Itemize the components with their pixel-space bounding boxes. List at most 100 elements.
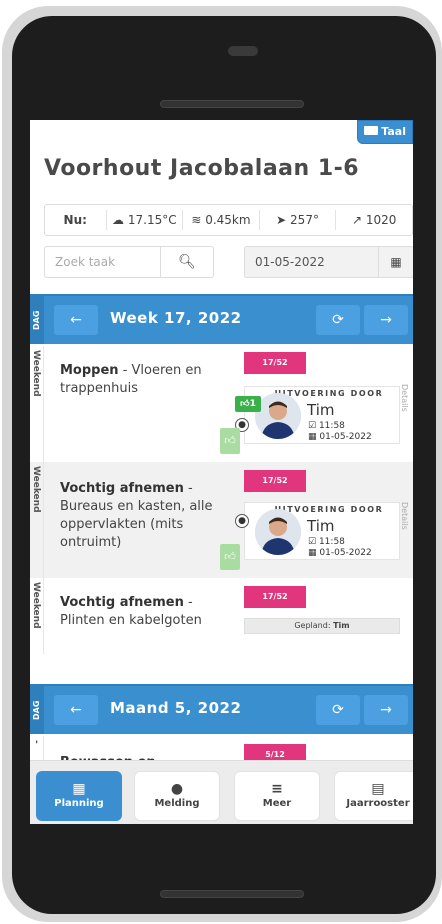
location-pin-icon[interactable]: ● (235, 514, 249, 528)
month-header: DAG ← Maand 5, 2022 ⟳ → (30, 684, 413, 734)
thumbs-up-icon: 👍︎ (224, 550, 236, 563)
camera (228, 46, 258, 56)
prev-month-button[interactable]: ← (54, 695, 98, 725)
weather-bar: Nu: ☁ 17.15°C ≋ 0.45km ➤ 257° ↗ 1020 (44, 204, 413, 236)
tab-label: Planning (54, 798, 104, 809)
wind-icon: ≋ (191, 213, 202, 227)
task-name: Vochtig afnemen - Bureaus en kasten, all… (60, 480, 220, 552)
tab-meer[interactable]: ≡ Meer (234, 771, 320, 821)
weather-now: Nu: (45, 210, 107, 230)
task-side: Weekend (30, 462, 44, 578)
details-link[interactable]: Details (400, 502, 409, 530)
like-button[interactable]: 👍︎ (220, 544, 240, 570)
date-value: 01-05-2022 (319, 548, 372, 558)
month-title: Maand 5, 2022 (110, 699, 242, 717)
task-name: Vochtig afnemen - Plinten en kabelgoten (60, 594, 220, 630)
weather-pressure: ↗ 1020 (336, 210, 412, 230)
refresh-icon: ⟳ (332, 312, 344, 328)
planned-text: Gepland: (294, 621, 331, 630)
executed-by-card: UITVOERING DOOR Tim ☑ 11:58 ▦ 01-05-2022 (244, 386, 400, 444)
avatar-image (255, 509, 301, 555)
next-month-button[interactable]: → (364, 695, 408, 725)
date-filter: 01-05-2022 ▦ (244, 246, 413, 278)
pressure-value: 1020 (365, 213, 397, 227)
month-side-label: DAG (30, 686, 44, 734)
tab-jaarrooster[interactable]: ▤ Jaarrooster (334, 771, 413, 821)
progress-badge: 17/52 (244, 352, 306, 374)
language-button[interactable]: Taal (357, 120, 413, 144)
avatar (255, 509, 301, 555)
language-label: Taal (381, 125, 406, 138)
home-bar (160, 890, 304, 898)
time-value: 11:58 (318, 537, 345, 547)
search-icon: 🔍︎ (178, 254, 196, 270)
cloud-icon: ☁ (112, 213, 125, 227)
task-name-bold: Vochtig afnemen (60, 595, 184, 610)
thumbs-up-icon: 👍︎ (224, 434, 236, 447)
tab-melding[interactable]: ● Melding (134, 771, 220, 821)
next-week-button[interactable]: → (364, 305, 408, 335)
search-box: Zoek taak 🔍︎ (44, 246, 214, 278)
task-side: Weekend (30, 578, 44, 654)
file-icon: ▤ (371, 781, 385, 797)
like-count: 👍︎1 (235, 396, 261, 412)
thumbs-up-icon: 👍︎ (240, 399, 250, 409)
avatar (255, 393, 301, 439)
task-side-label: Weekend (31, 350, 41, 397)
task-row[interactable]: Weekend Vochtig afnemen - Bureaus en kas… (30, 462, 413, 578)
executed-by-card: UITVOERING DOOR Tim ☑ 11:58 ▦ 01-05-2022 (244, 502, 400, 560)
app-screen: Taal Voorhout Jacobalaan 1-6 Nu: ☁ 17.15… (30, 120, 413, 824)
date-input[interactable]: 01-05-2022 (245, 247, 379, 277)
temp-value: 17.15°C (127, 213, 177, 227)
refresh-week-button[interactable]: ⟳ (316, 305, 360, 335)
task-row[interactable]: Weekend Vochtig afnemen - Plinten en kab… (30, 578, 413, 654)
check-icon: ☑ (308, 537, 317, 547)
calendar-small-icon: ▦ (308, 432, 317, 442)
search-input[interactable]: Zoek taak (45, 247, 161, 277)
planned-person: Tim (333, 621, 350, 630)
chat-icon: ● (170, 781, 184, 797)
task-name-bold: Vochtig afnemen (60, 481, 184, 496)
progress-badge: 17/52 (244, 586, 306, 608)
direction-icon: ➤ (276, 213, 287, 227)
executor-name: Tim (307, 517, 335, 535)
task-side-label: - (31, 740, 41, 744)
week-header: DAG ← Week 17, 2022 ⟳ → (30, 294, 413, 344)
calendar-small-icon: ▦ (308, 548, 317, 558)
executed-time: ☑ 11:58 (308, 421, 345, 431)
time-value: 11:58 (318, 421, 345, 431)
week-side-label: DAG (30, 296, 44, 344)
weather-wind: ≋ 0.45km (183, 210, 260, 230)
calendar-button[interactable]: ▦ (379, 247, 413, 277)
earpiece (160, 100, 304, 108)
date-value: 01-05-2022 (319, 432, 372, 442)
weather-temp: ☁ 17.15°C (107, 210, 184, 230)
page-title: Voorhout Jacobalaan 1-6 (44, 156, 360, 181)
refresh-icon: ⟳ (332, 702, 344, 718)
calendar-icon: ▦ (390, 255, 402, 269)
pressure-icon: ↗ (351, 213, 363, 227)
task-name-bold: Moppen (60, 363, 119, 378)
search-button[interactable]: 🔍︎ (161, 247, 213, 277)
refresh-month-button[interactable]: ⟳ (316, 695, 360, 725)
menu-icon: ≡ (271, 781, 283, 797)
task-side-label: Weekend (31, 466, 41, 513)
details-link[interactable]: Details (400, 384, 409, 412)
language-icon (364, 126, 379, 135)
avatar-image (255, 393, 301, 439)
task-row[interactable]: Weekend Moppen - Vloeren en trappenhuis … (30, 346, 413, 462)
like-button[interactable]: 👍︎ (220, 428, 240, 454)
task-side: Weekend (30, 346, 44, 462)
task-side-label: Weekend (31, 582, 41, 629)
direction-value: 257° (290, 213, 319, 227)
week-title: Week 17, 2022 (110, 309, 242, 327)
executed-date: ▦ 01-05-2022 (308, 548, 372, 558)
tab-label: Melding (154, 798, 200, 809)
planned-label: Gepland: Tim (244, 618, 400, 634)
prev-week-button[interactable]: ← (54, 305, 98, 335)
tab-planning[interactable]: ▦ Planning (36, 771, 122, 821)
tab-label: Meer (262, 798, 292, 809)
executor-name: Tim (307, 401, 335, 419)
calendar-icon: ▦ (72, 781, 86, 797)
progress-badge: 17/52 (244, 470, 306, 492)
